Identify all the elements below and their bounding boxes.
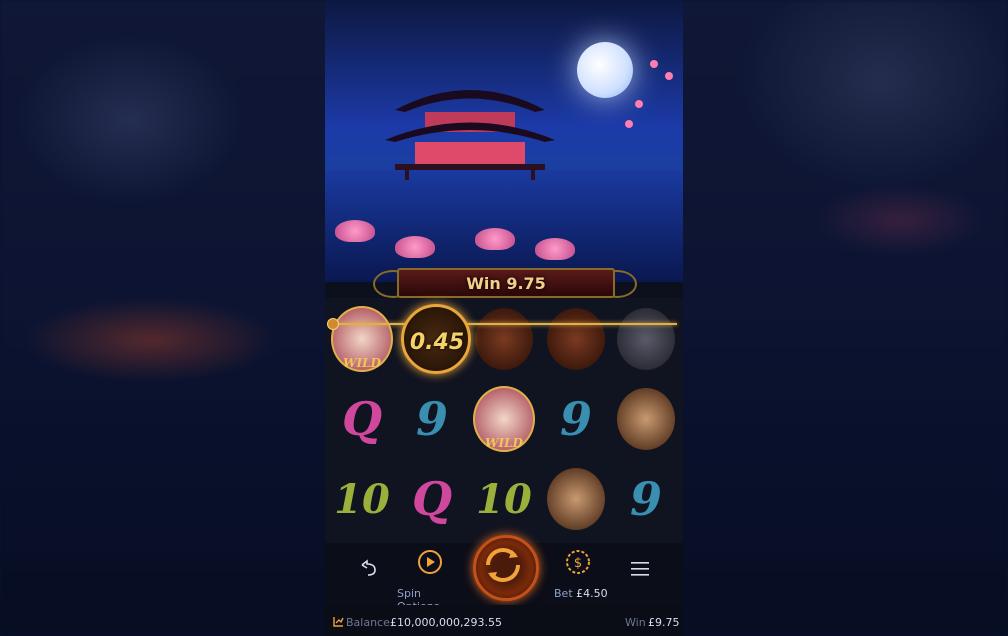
spin-button[interactable] — [473, 535, 539, 601]
q-symbol: Q — [341, 392, 383, 446]
menu-icon[interactable] — [631, 561, 649, 580]
reel-grid: WILD Q 9 WILD 9 10 Q 10 9 — [325, 298, 683, 543]
footer-win-value: £9.75 — [648, 616, 680, 629]
scene-art — [325, 0, 683, 282]
reel-cell-general — [613, 382, 679, 456]
balance-value: £10,000,000,293.55 — [390, 616, 502, 629]
win-banner: Win 9.75 — [325, 266, 683, 298]
lotus-flower — [535, 238, 575, 260]
payline — [331, 323, 677, 325]
warrior-armored-icon — [617, 308, 675, 370]
ten-symbol: 10 — [334, 475, 390, 523]
reel-cell-wild: WILD — [471, 382, 537, 456]
win-banner-amount: 9.75 — [506, 274, 546, 293]
reel-cell-10: 10 — [471, 462, 537, 536]
payline-win-amount: 0.45 — [409, 330, 465, 355]
wild-label: WILD — [485, 436, 523, 450]
control-bar: Spin Options $ Bet £4.50 — [325, 535, 683, 613]
svg-text:$: $ — [574, 556, 582, 571]
spin-options-button[interactable]: Spin Options — [393, 547, 465, 613]
cherry-blossom — [665, 72, 673, 80]
undo-icon[interactable] — [359, 559, 377, 577]
game-viewport: Win 9.75 WILD Q 9 WILD 9 10 Q 10 9 0.45 … — [325, 0, 683, 636]
reel-cell-warrior — [471, 302, 537, 376]
reel-cell-wild: WILD — [329, 302, 395, 376]
lotus-flower — [395, 236, 435, 258]
bet-label: Bet — [554, 587, 573, 600]
win-banner-label: Win — [466, 274, 501, 293]
general-icon — [547, 468, 605, 530]
win-banner-text: Win 9.75 — [399, 274, 613, 293]
balance-label: Balance — [346, 616, 390, 629]
payline-marker — [327, 318, 339, 330]
footer-win-label: Win — [625, 616, 646, 629]
reel-cell-q: Q — [329, 382, 395, 456]
bet-button[interactable]: $ Bet £4.50 — [547, 547, 613, 601]
nine-symbol: 9 — [415, 392, 448, 446]
lotus-flower — [335, 220, 375, 242]
bet-value: £4.50 — [576, 587, 608, 600]
balance-icon — [333, 616, 344, 630]
nine-symbol: 9 — [629, 472, 662, 526]
win-plate: Win 9.75 — [397, 268, 615, 298]
reel-cell-q: Q — [399, 462, 465, 536]
warrior-red-icon — [547, 308, 605, 370]
reel-cell-warrior — [543, 302, 609, 376]
moon — [577, 42, 633, 98]
wild-label: WILD — [343, 356, 381, 370]
q-symbol: Q — [411, 472, 453, 526]
reel-cell-warrior — [613, 302, 679, 376]
reel-cell-9: 9 — [399, 382, 465, 456]
cherry-blossom — [650, 60, 658, 68]
warrior-red-icon — [475, 308, 533, 370]
cherry-blossom — [635, 100, 643, 108]
reel-cell-9: 9 — [543, 382, 609, 456]
nine-symbol: 9 — [559, 392, 592, 446]
status-footer: Balance £10,000,000,293.55 Win £9.75 — [325, 605, 683, 636]
bet-label-group: Bet £4.50 — [554, 587, 608, 600]
spin-arrows-icon — [486, 548, 520, 582]
lotus-flower — [475, 228, 515, 250]
reel-cell-9: 9 — [613, 462, 679, 536]
reel-cell-general — [543, 462, 609, 536]
general-icon — [617, 388, 675, 450]
ten-symbol: 10 — [476, 475, 532, 523]
reel-cell-10: 10 — [329, 462, 395, 536]
play-circle-icon — [417, 549, 443, 579]
cherry-blossom — [625, 120, 633, 128]
pavilion-illustration — [385, 90, 555, 180]
coin-icon: $ — [565, 549, 591, 579]
